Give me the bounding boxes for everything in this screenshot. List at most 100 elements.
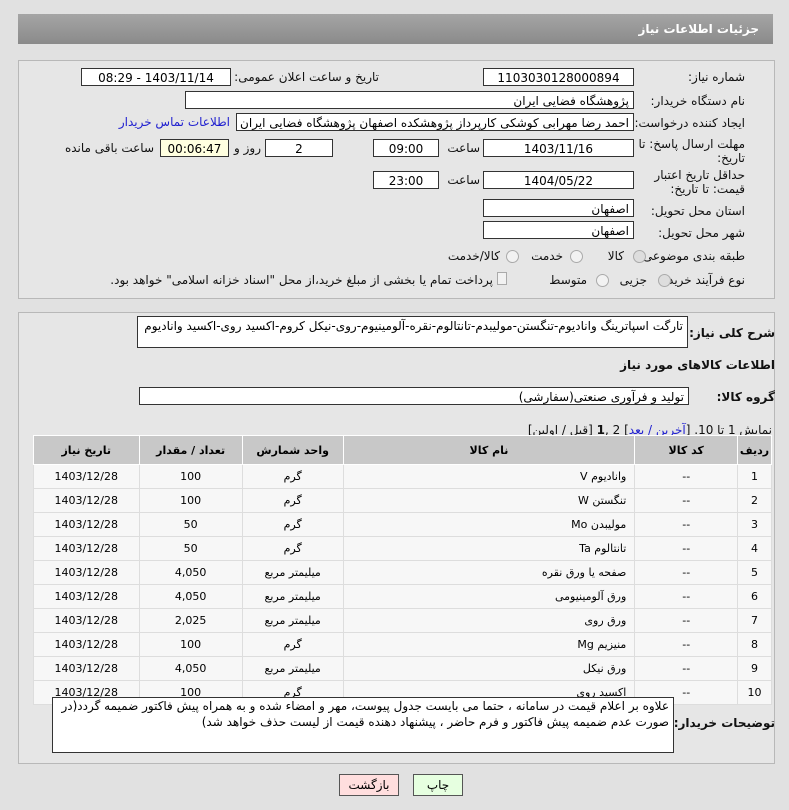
table-cell: 1403/12/28	[33, 512, 140, 537]
table-row: 2 -- تنگستن W گرم 100 1403/12/28	[33, 488, 772, 513]
creator-field: احمد رضا مهرابی کوشکی کارپرداز پژوهشکده …	[236, 113, 634, 131]
need-no-label: شماره نیاز:	[688, 70, 745, 84]
process-radio-medium[interactable]	[596, 274, 609, 287]
table-cell: --	[634, 536, 739, 561]
announce-field: 1403/11/14 - 08:29	[81, 68, 231, 86]
table-cell: میلیمتر مربع	[241, 608, 344, 633]
category-both-label: کالا/خدمت	[447, 249, 500, 263]
table-cell: وانادیوم V	[342, 464, 636, 489]
table-cell: --	[634, 464, 739, 489]
table-cell: 100	[138, 464, 243, 489]
table-cell: 4,050	[138, 656, 243, 681]
goods-table: ردیف کد کالا نام کالا واحد شمارش تعداد / مقد…	[33, 435, 772, 705]
need-no-field: 1103030128000894	[483, 68, 634, 86]
table-cell: 100	[138, 632, 243, 657]
table-row: 8 -- منیزیم Mg گرم 100 1403/12/28	[33, 632, 772, 657]
table-row: 1 -- وانادیوم V گرم 100 1403/12/28	[33, 464, 772, 489]
table-cell: 1403/12/28	[33, 560, 140, 585]
table-cell: 6	[737, 584, 772, 609]
table-cell: تنگستن W	[342, 488, 636, 513]
table-cell: 50	[138, 536, 243, 561]
category-service-label: خدمت	[531, 249, 563, 263]
remaining-label: ساعت باقی مانده	[64, 141, 154, 155]
table-cell: مولیبدن Mo	[342, 512, 636, 537]
table-cell: --	[634, 584, 739, 609]
city-field: اصفهان	[483, 221, 634, 239]
table-cell: میلیمتر مربع	[241, 584, 344, 609]
table-cell: میلیمتر مربع	[241, 560, 344, 585]
process-medium-label: متوسط	[549, 273, 587, 287]
table-row: 3 -- مولیبدن Mo گرم 50 1403/12/28	[33, 512, 772, 537]
table-cell: --	[634, 488, 739, 513]
table-row: 5 -- صفحه یا ورق نقره میلیمتر مربع 4,050 1403…	[33, 560, 772, 585]
buyer-field: پژوهشگاه فضایی ایران	[185, 91, 634, 109]
column-header: تعداد / مقدار	[138, 435, 243, 465]
table-cell: 4,050	[138, 560, 243, 585]
table-cell: تانتالوم Ta	[342, 536, 636, 561]
desc-field[interactable]: تارگت اسپاترینگ وانادیوم-تنگستن-مولیبدم-…	[137, 316, 688, 348]
table-cell: 2	[737, 488, 772, 513]
table-cell: 10	[737, 680, 772, 705]
table-cell: 7	[737, 608, 772, 633]
treasury-checkbox[interactable]	[497, 272, 507, 285]
print-button[interactable]: چاپ	[413, 774, 463, 796]
days-field: 2	[265, 139, 333, 157]
process-label: نوع فرآیند خرید :	[660, 273, 745, 287]
table-cell: گرم	[241, 488, 344, 513]
column-header: نام کالا	[342, 435, 636, 465]
table-cell: --	[634, 632, 739, 657]
column-header: کد کالا	[634, 435, 739, 465]
category-radio-both[interactable]	[506, 250, 519, 263]
table-cell: گرم	[241, 632, 344, 657]
table-cell: 1403/12/28	[33, 488, 140, 513]
deadline-label: مهلت ارسال پاسخ: تا تاریخ:	[638, 137, 745, 165]
column-header: ردیف	[737, 435, 772, 465]
table-cell: 3	[737, 512, 772, 537]
page-header: جزئیات اطلاعات نیاز	[18, 14, 773, 44]
table-cell: 5	[737, 560, 772, 585]
remaining-time-field: 00:06:47	[160, 139, 229, 157]
table-cell: ورق آلومینیومی	[342, 584, 636, 609]
category-radio-service[interactable]	[570, 250, 583, 263]
announce-label: تاریخ و ساعت اعلان عمومی:	[234, 70, 379, 84]
process-radio-minor[interactable]	[658, 274, 671, 287]
notes-field[interactable]: علاوه بر اعلام قیمت در سامانه ، حتما می …	[52, 697, 674, 753]
category-label: طبقه بندی موضوعی:	[638, 249, 745, 263]
table-cell: 1403/12/28	[33, 656, 140, 681]
table-row: 6 -- ورق آلومینیومی میلیمتر مربع 4,050 1403/1…	[33, 584, 772, 609]
table-cell: 4,050	[138, 584, 243, 609]
table-row: 4 -- تانتالوم Ta گرم 50 1403/12/28	[33, 536, 772, 561]
table-cell: صفحه یا ورق نقره	[342, 560, 636, 585]
province-field: اصفهان	[483, 199, 634, 217]
time-label: ساعت	[447, 141, 480, 155]
goods-title: اطلاعات کالاهای مورد نیاز	[620, 358, 775, 372]
table-cell: 8	[737, 632, 772, 657]
validity-label: حداقل تاریخ اعتبار قیمت: تا تاریخ:	[654, 168, 745, 196]
creator-label: ایجاد کننده درخواست:	[634, 116, 745, 130]
validity-time-field: 23:00	[373, 171, 439, 189]
table-cell: 1	[737, 464, 772, 489]
category-radio-goods[interactable]	[633, 250, 646, 263]
table-row: 7 -- ورق روی میلیمتر مربع 2,025 1403/12/28	[33, 608, 772, 633]
page-title: جزئیات اطلاعات نیاز	[638, 22, 759, 36]
city-label: شهر محل تحویل:	[658, 226, 745, 240]
back-button[interactable]: بازگشت	[339, 774, 399, 796]
table-cell: میلیمتر مربع	[241, 656, 344, 681]
table-row: 9 -- ورق نیکل میلیمتر مربع 4,050 1403/12/28	[33, 656, 772, 681]
notes-label: توضیحات خریدار:	[673, 716, 775, 730]
desc-label: شرح کلی نیاز:	[689, 326, 775, 340]
table-cell: 1403/12/28	[33, 464, 140, 489]
table-cell: --	[634, 656, 739, 681]
validity-time-label: ساعت	[447, 173, 480, 187]
table-cell: گرم	[241, 512, 344, 537]
table-cell: 100	[138, 488, 243, 513]
group-label: گروه کالا:	[716, 390, 775, 404]
group-field: تولید و فرآوری صنعتی(سفارشی)	[139, 387, 689, 405]
contact-info-link[interactable]: اطلاعات تماس خریدار	[119, 115, 230, 129]
column-header: واحد شمارش	[241, 435, 344, 465]
days-label: روز و	[234, 141, 261, 155]
province-label: استان محل تحویل:	[650, 204, 745, 218]
table-cell: 50	[138, 512, 243, 537]
table-cell: منیزیم Mg	[342, 632, 636, 657]
validity-date-field: 1404/05/22	[483, 171, 634, 189]
